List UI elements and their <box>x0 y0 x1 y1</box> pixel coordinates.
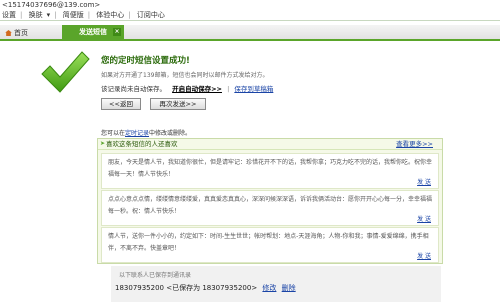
checkmark-icon <box>41 51 90 93</box>
tab-home-label: 首页 <box>14 29 28 37</box>
view-more-link[interactable]: 查看更多>> <box>396 139 433 149</box>
edit-contact-link[interactable]: 修改 <box>262 284 276 292</box>
saved-contact-row: 18307935200 <已保存为 18307935200> 修改 删除 <box>115 283 296 293</box>
menu-simple-version[interactable]: 简便版 <box>63 11 84 19</box>
recommend-header: ➤ 喜欢这条短信的人还喜欢 查看更多>> <box>98 139 442 150</box>
contact-note: <已保存为 18307935200> <box>166 284 258 292</box>
enable-autosave-link[interactable]: 开启自动保存>> <box>172 85 222 93</box>
home-icon <box>5 30 12 36</box>
list-item: 点点心意点点情，缕缕情意缕缕爱，真真爱恋真真心，深深问候深深语，诉诉我俩活动台：… <box>101 190 439 226</box>
contact-number: 18307935200 <box>115 284 164 292</box>
list-item: 情人节，送你一件小小的，约定如下：时间-生生世世；帐时帮划：地点-天涯海角；人物… <box>101 227 439 263</box>
window-title: <15174037696@139.com> <box>2 1 101 9</box>
tab-send-sms[interactable]: 发送短信 × <box>62 25 124 39</box>
menu-separator: | <box>54 11 57 19</box>
send-button[interactable]: 发 送 <box>417 177 431 186</box>
back-button[interactable]: <<返回 <box>101 98 141 110</box>
link-separator: | <box>227 85 230 93</box>
menu-separator: | <box>128 11 131 19</box>
chevron-down-icon[interactable]: ▾ <box>47 11 51 19</box>
tab-home[interactable]: 首页 <box>4 27 36 39</box>
message-text: 情人节，送你一件小小的，约定如下：时间-生生世世；帐时帮划：地点-天涯海角；人物… <box>108 233 429 252</box>
saved-contacts-box: 以下联系人已保存到通讯录 18307935200 <已保存为 183079352… <box>111 266 441 302</box>
edit-hint: 您可以在定时记录中修改或删除。 <box>101 128 191 137</box>
tab-bar: 首页 发送短信 × <box>0 25 500 41</box>
send-again-button[interactable]: 再次发送>> <box>150 98 206 110</box>
saved-contacts-title: 以下联系人已保存到通讯录 <box>119 272 192 279</box>
timed-records-link[interactable]: 定时记录 <box>125 130 149 137</box>
autosave-row: 该记录尚未自动保存。 开启自动保存>> | 保存到草稿箱 <box>101 83 273 93</box>
hint-suffix: 中修改或删除。 <box>149 130 192 137</box>
success-title: 您的定时短信设置成功! <box>101 56 190 66</box>
arrow-right-icon: ➤ <box>100 140 106 147</box>
menu-settings[interactable]: 设置 <box>2 11 16 19</box>
send-button[interactable]: 发 送 <box>417 214 431 223</box>
hint-prefix: 您可以在 <box>101 130 126 137</box>
recommend-title: 喜欢这条短信的人还喜欢 <box>106 140 178 148</box>
autosave-notice: 该记录尚未自动保存。 <box>101 85 166 93</box>
send-button[interactable]: 发 送 <box>417 251 431 260</box>
list-item: 朋友，今天是情人节，我知道你很忙，但是请牢记：珍惜花开不下的话，我帮你拿；巧克力… <box>101 153 439 189</box>
menu-experience-center[interactable]: 体验中心 <box>96 11 124 19</box>
menu-skin[interactable]: 换肤 <box>29 11 43 19</box>
menu-separator: | <box>87 11 91 19</box>
tab-send-sms-label: 发送短信 <box>79 28 107 36</box>
close-icon[interactable]: × <box>113 28 121 36</box>
success-description: 如果对方开通了139邮箱，短信也会同时以邮件方式发给对方。 <box>101 72 269 79</box>
menu-separator: | <box>20 11 23 19</box>
recommend-panel: ➤ 喜欢这条短信的人还喜欢 查看更多>> 朋友，今天是情人节，我知道你很忙，但是… <box>97 138 443 264</box>
message-text: 朋友，今天是情人节，我知道你很忙，但是请牢记：珍惜花开不下的话，我帮你拿；巧克力… <box>108 159 433 178</box>
delete-contact-link[interactable]: 删除 <box>282 284 296 292</box>
top-menu: 设置 | 换肤 ▾ | 简便版 | 体验中心 | 订阅中心 <box>0 10 500 21</box>
menu-subscription-center[interactable]: 订阅中心 <box>137 11 165 19</box>
message-text: 点点心意点点情，缕缕情意缕缕爱，真真爱恋真真心，深深问候深深语，诉诉我俩活动台：… <box>108 196 433 215</box>
save-to-records-link[interactable]: 保存到草稿箱 <box>234 85 273 93</box>
